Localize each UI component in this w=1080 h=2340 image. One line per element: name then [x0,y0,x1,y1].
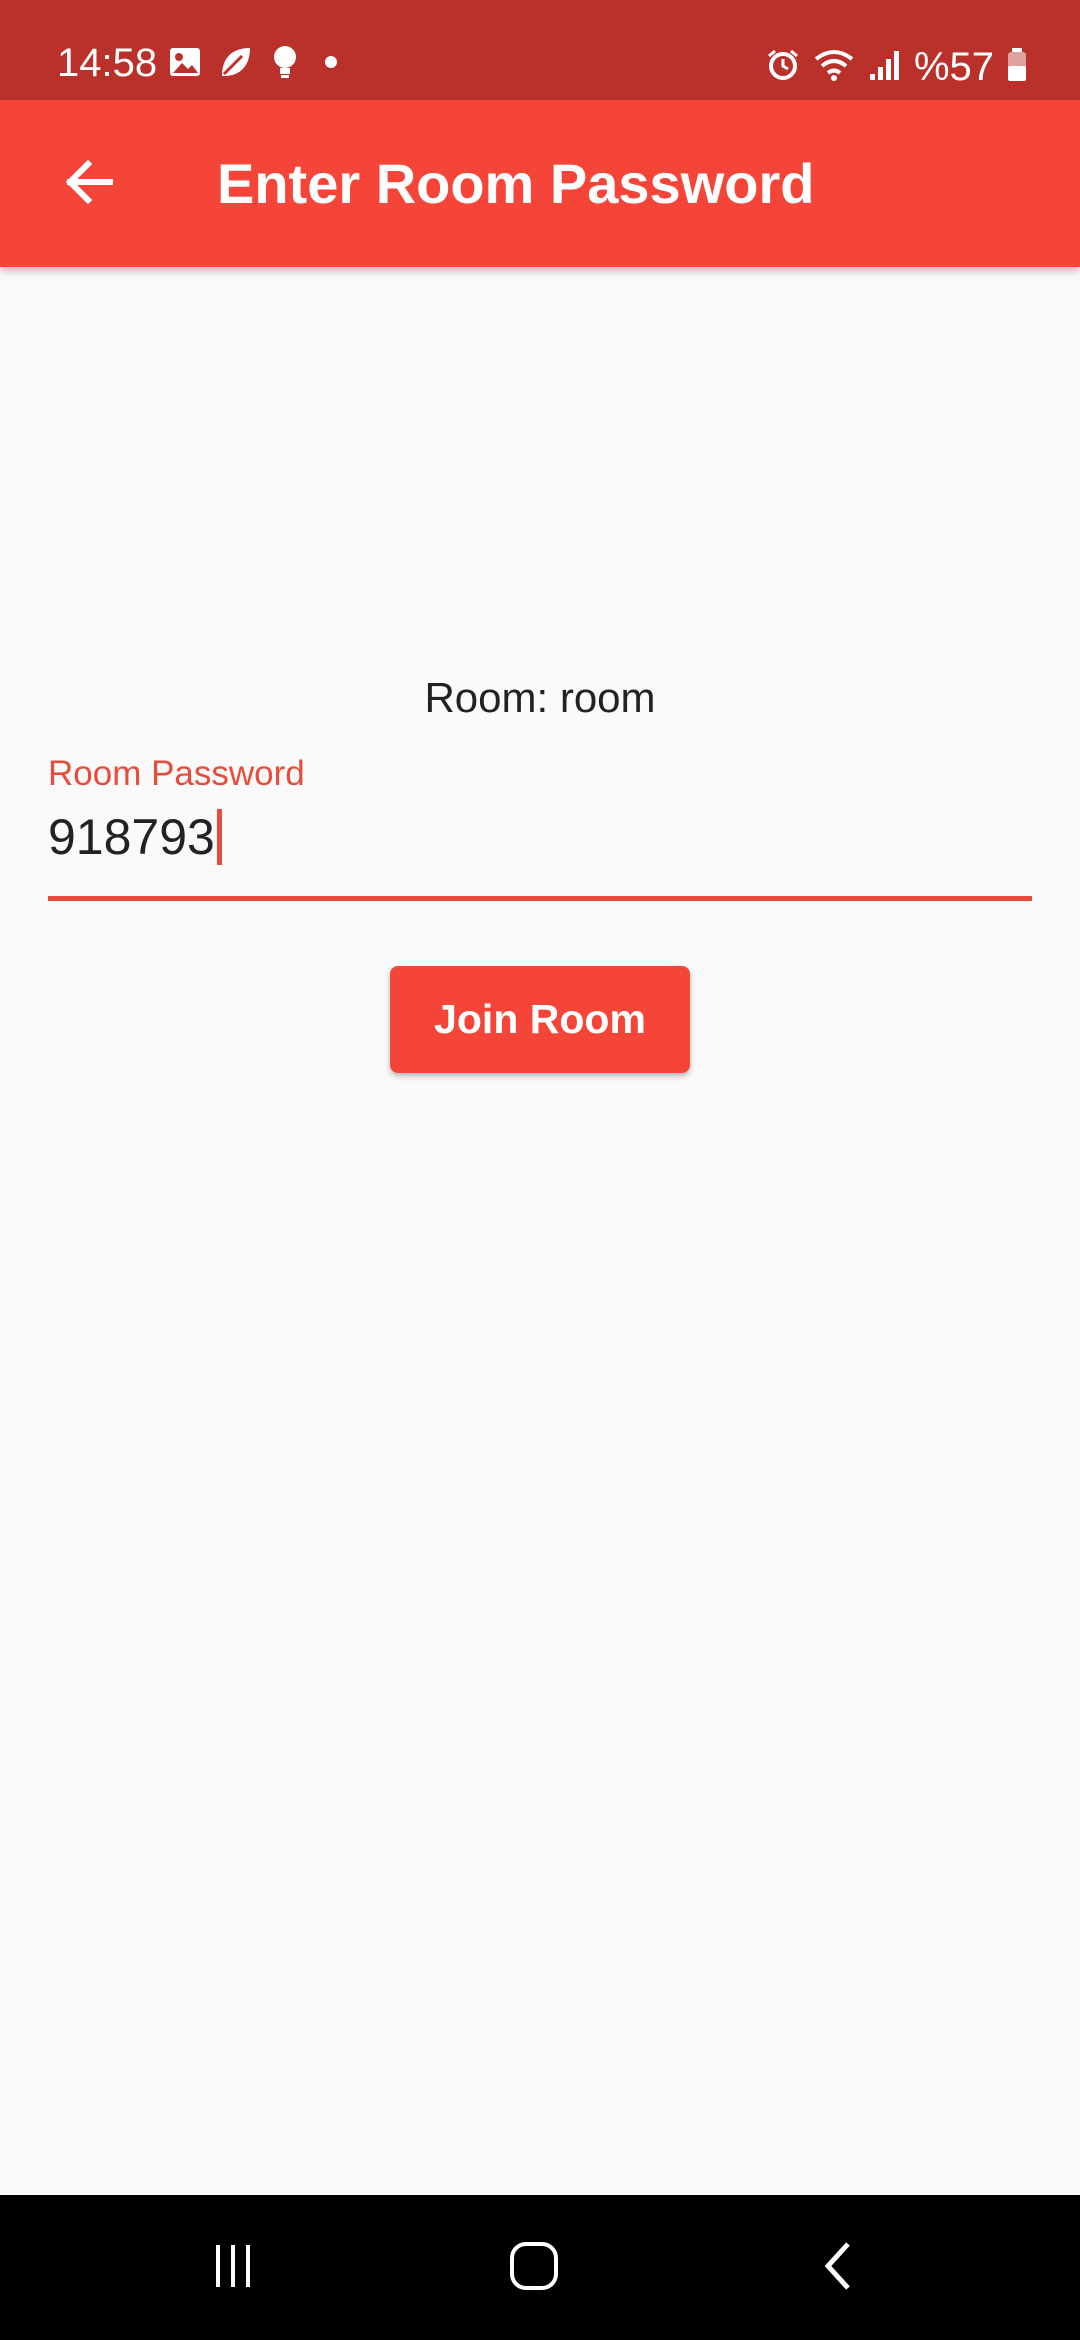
home-button[interactable] [474,2225,594,2311]
room-password-input[interactable]: 918793 [48,802,222,872]
navigation-bar [0,2195,1080,2340]
text-caret [216,809,222,865]
status-icons-left [168,44,346,85]
status-time: 14:58 [57,41,158,85]
room-label: Room: room [424,674,656,721]
back-button[interactable] [48,144,128,224]
status-icons-right: %57 [766,42,1028,92]
gallery-icon [168,45,202,84]
arrow-back-icon [60,154,116,215]
recent-apps-icon [208,2241,258,2296]
app-bar: Enter Room Password [0,100,1080,267]
join-room-button[interactable]: Join Room [390,966,690,1073]
room-password-label: Room Password [48,754,305,793]
battery-percent: %57 [913,45,994,89]
home-icon [508,2240,560,2297]
leaf-icon [218,44,254,85]
status-bar: 14:58 %57 [0,0,1080,100]
alarm-icon [766,48,800,87]
signal-icon [868,48,902,87]
bulb-icon [270,44,300,85]
back-icon [816,2240,860,2297]
room-password-field[interactable]: Room Password 918793 [48,752,1032,904]
battery-icon [1006,47,1028,88]
wifi-icon [812,47,856,88]
page-title: Enter Room Password [217,152,815,215]
recent-apps-button[interactable] [173,2225,293,2311]
room-password-value: 918793 [48,809,215,865]
dot-icon [316,47,346,82]
field-underline [48,896,1032,901]
system-back-button[interactable] [778,2225,898,2311]
